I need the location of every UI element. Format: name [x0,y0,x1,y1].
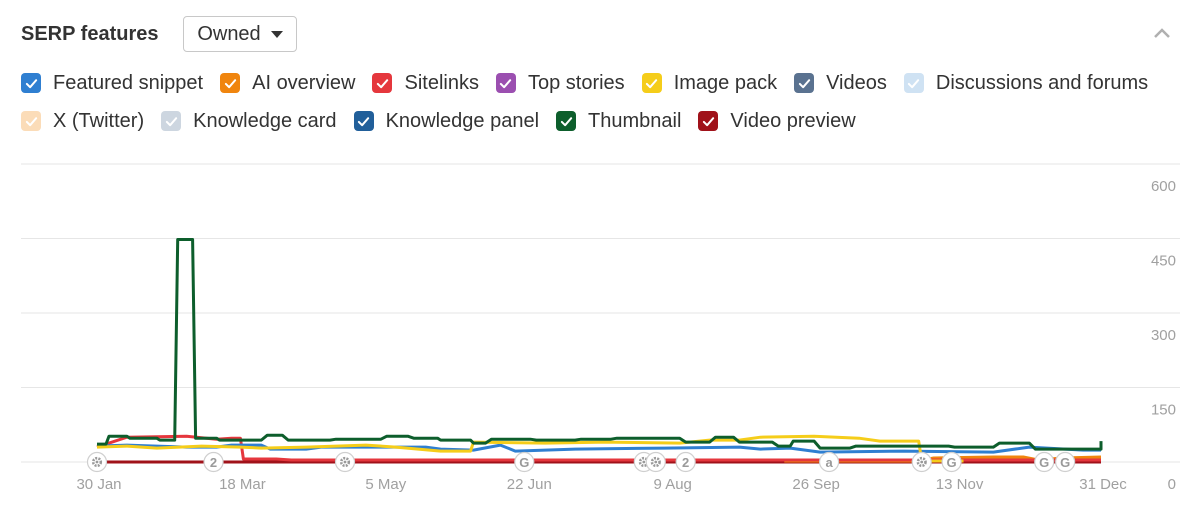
y-tick-label: 0 [1168,476,1176,493]
annotation-marker[interactable] [86,451,108,473]
gear-hub [920,460,924,464]
checkbox-checked-icon[interactable] [21,73,41,93]
x-tick-label: 30 Jan [76,476,121,493]
y-tick-label: 300 [1151,327,1176,344]
legend-item-sitelinks[interactable]: Sitelinks [372,71,479,95]
checkbox-checked-icon[interactable] [220,73,241,93]
annotation-marker[interactable]: 2 [203,451,224,473]
legend-label: Thumbnail [588,109,682,132]
series-line-thumbnail [97,238,1103,451]
annotation-marker[interactable]: G [1055,451,1076,473]
legend-item-discussions-and-forums[interactable]: Discussions and forums [903,71,1149,95]
dropdown-value: Owned [197,22,261,45]
checkbox-checked-icon[interactable] [698,111,719,131]
legend-item-video-preview[interactable]: Video preview [698,109,856,133]
checkbox-checked-icon[interactable] [353,111,374,131]
legend-item-videos[interactable]: Videos [794,72,887,95]
x-tick-label: 26 Sep [792,476,840,493]
legend-label: Discussions and forums [935,71,1149,94]
legend-item-featured-snippet[interactable]: Featured snippet [21,72,203,95]
legend-item-image-pack[interactable]: Image pack [641,71,778,95]
legend-label: AI overview [252,71,356,94]
x-tick-label: 9 Aug [654,476,692,493]
x-tick-label: 22 Jun [507,476,552,493]
ownership-dropdown[interactable]: Owned [183,16,297,52]
count-badge: 2 [210,455,217,470]
legend-label: Sitelinks [404,71,479,94]
legend-item-thumbnail[interactable]: Thumbnail [556,110,681,133]
x-tick-label: 13 Nov [936,476,984,493]
checkbox-checked-icon[interactable] [794,73,815,93]
annotation-marker[interactable] [911,451,932,473]
gear-hub [343,460,347,464]
annotation-marker[interactable]: G [941,451,962,473]
serp-features-chart: 0 150 300 450 600 30 Jan 18 Mar 5 May 22 Jun 9 Au… [21,163,1180,493]
annotation-marker[interactable] [334,451,356,473]
y-tick-label: 450 [1151,253,1176,270]
gear-hub [642,460,646,464]
legend-item-knowledge-card[interactable]: Knowledge card [161,109,337,133]
y-tick-label: 600 [1151,178,1176,195]
legend-label: Image pack [673,71,778,94]
legend-label: Featured snippet [53,71,204,94]
x-tick-label: 31 Dec [1079,476,1127,493]
annotation-marker[interactable] [645,451,666,473]
checkbox-checked-icon[interactable] [556,111,577,131]
google-icon: G [1039,455,1049,470]
y-tick-label: 150 [1151,402,1176,419]
checkbox-checked-icon[interactable] [372,73,393,93]
checkbox-checked-icon[interactable] [641,73,662,93]
legend-label: X (Twitter) [53,109,145,132]
legend-item-ai-overview[interactable]: AI overview [220,72,355,95]
annotation-marker[interactable]: G [514,451,535,473]
count-badge: 2 [682,455,689,470]
legend-label: Knowledge card [193,109,337,132]
google-icon: G [947,455,957,470]
annotation-marker[interactable]: a [818,451,840,473]
section-title: SERP features [21,23,159,45]
google-icon: G [1060,455,1070,470]
legend-item-knowledge-panel[interactable]: Knowledge panel [353,109,540,133]
caret-down-icon [270,30,283,38]
legend-item-x-twitter[interactable]: X (Twitter) [21,110,144,133]
gear-hub [654,460,658,464]
chevron-up-icon[interactable] [1153,27,1171,39]
legend: Featured snippet AI overview Sitelinks Top … [21,70,1191,146]
checkbox-checked-icon[interactable] [161,111,182,131]
annotation-marker[interactable]: 2 [675,451,696,473]
annotation-marker[interactable]: G [1034,451,1055,473]
checkbox-checked-icon[interactable] [495,73,516,93]
checkbox-checked-icon[interactable] [21,111,41,131]
x-tick-label: 5 May [365,476,406,493]
legend-label: Videos [826,71,887,94]
legend-row: Featured snippet AI overview Sitelinks Top … [21,70,1191,96]
amazon-icon: a [825,455,833,470]
legend-row: X (Twitter) Knowledge card Knowledge panel… [21,108,1191,134]
legend-label: Top stories [527,71,625,94]
legend-item-top-stories[interactable]: Top stories [495,71,625,95]
legend-label: Video preview [730,109,856,132]
checkbox-checked-icon[interactable] [903,73,924,93]
x-tick-label: 18 Mar [219,476,266,493]
gear-hub [95,460,99,464]
legend-label: Knowledge panel [385,109,540,132]
google-icon: G [519,455,529,470]
